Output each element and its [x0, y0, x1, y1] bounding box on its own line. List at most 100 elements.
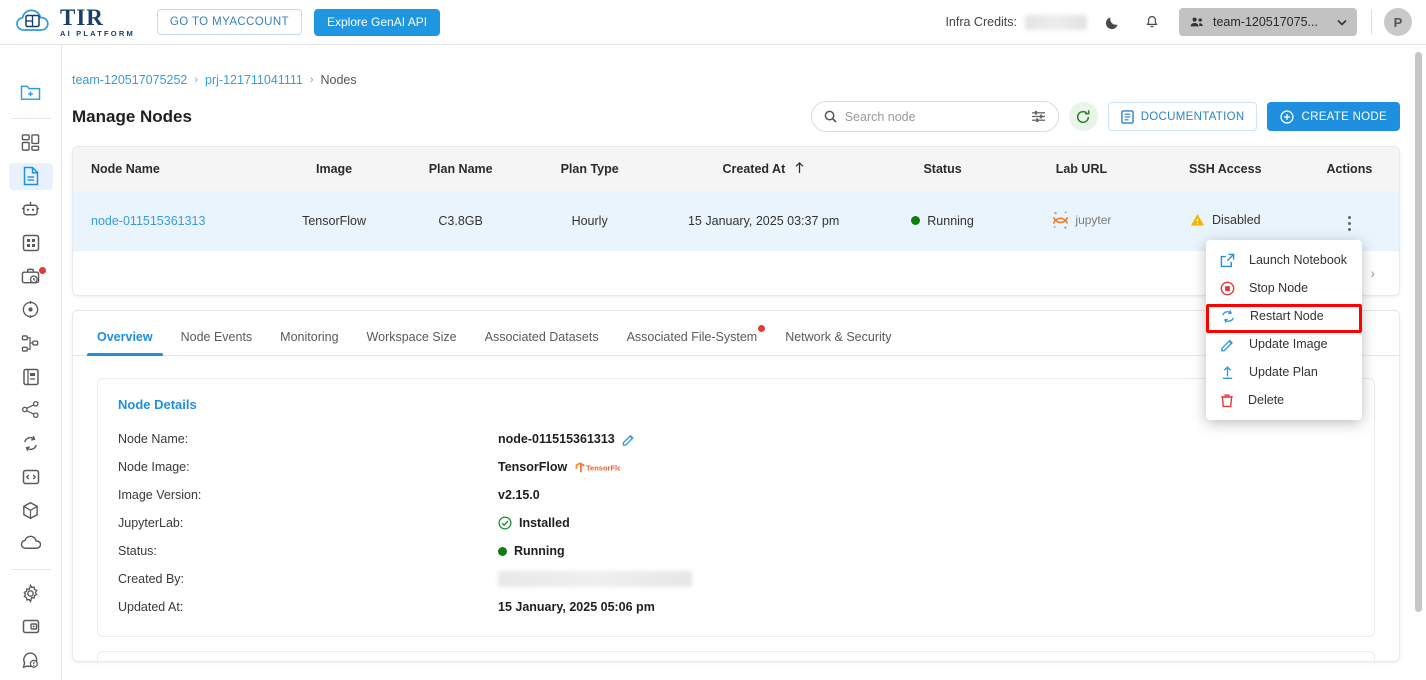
label-updated-at: Updated At:	[118, 600, 184, 614]
cell-image: TensorFlow	[272, 191, 397, 251]
menu-item-launch-notebook[interactable]: Launch Notebook	[1206, 246, 1362, 274]
infra-credits-value	[1025, 14, 1087, 30]
tab-network-security[interactable]: Network & Security	[771, 330, 905, 355]
tab-associated-file-system[interactable]: Associated File-System	[613, 325, 772, 355]
sidebar-item-support[interactable]	[9, 647, 53, 674]
menu-item-update-image[interactable]: Update Image	[1206, 330, 1362, 358]
header-right-group: Infra Credits: team-120517075... P	[945, 7, 1412, 37]
team-name-label: team-120517075...	[1213, 15, 1318, 29]
tab-workspace-size[interactable]: Workspace Size	[353, 330, 471, 355]
detail-row-created-by: Created By:	[118, 570, 1354, 588]
create-node-button[interactable]: CREATE NODE	[1267, 102, 1400, 131]
check-circle-icon	[498, 516, 512, 530]
tab-node-events[interactable]: Node Events	[167, 330, 267, 355]
column-status[interactable]: Status	[873, 147, 1012, 191]
documentation-button[interactable]: DOCUMENTATION	[1107, 102, 1258, 131]
cell-created-at: 15 January, 2025 03:37 pm	[654, 191, 874, 251]
tab-overview[interactable]: Overview	[83, 330, 167, 356]
column-actions: Actions	[1299, 147, 1399, 191]
detail-row-node-name: Node Name: node-011515361313	[118, 430, 1354, 448]
app-root: TIR AI PLATFORM GO TO MYACCOUNT Explore …	[0, 0, 1426, 680]
menu-item-restart-node[interactable]: Restart Node	[1206, 302, 1362, 330]
node-name-link[interactable]: node-011515361313	[91, 214, 205, 228]
detail-row-status: Status: Running	[118, 542, 1354, 560]
column-created-at[interactable]: Created At	[654, 147, 874, 191]
sidebar-item-models[interactable]	[9, 196, 53, 223]
sidebar-divider-bottom	[10, 569, 51, 570]
brand-logo[interactable]: TIR AI PLATFORM	[14, 6, 135, 38]
column-image[interactable]: Image	[272, 147, 397, 191]
detail-status-dot	[498, 546, 507, 556]
cell-status: Running	[873, 191, 1012, 251]
column-ssh-access[interactable]: SSH Access	[1150, 147, 1300, 191]
sidebar-divider-top	[10, 118, 51, 120]
left-sidebar	[0, 45, 62, 680]
search-input[interactable]	[844, 109, 1031, 124]
breadcrumb-current: Nodes	[320, 73, 357, 87]
refresh-icon	[1077, 109, 1090, 123]
column-lab-url[interactable]: Lab URL	[1012, 147, 1151, 191]
tab-monitoring[interactable]: Monitoring	[266, 330, 352, 355]
breadcrumb-project[interactable]: prj-121711041111	[205, 73, 303, 87]
node-details-card: Node Details ↻ Node Name: node-011515361…	[97, 378, 1375, 637]
explore-genai-api-button[interactable]: Explore GenAI API	[313, 8, 441, 36]
table-row[interactable]: node-011515361313 TensorFlow C3.8GB Hour…	[73, 191, 1399, 251]
menu-label-delete: Delete	[1248, 393, 1285, 407]
logo-title: TIR	[60, 5, 104, 31]
page-scrollbar[interactable]	[1415, 52, 1422, 652]
sidebar-item-datasets[interactable]	[9, 229, 53, 256]
jupyter-icon	[1053, 210, 1069, 229]
pagination-next-button[interactable]: ›	[1364, 265, 1381, 281]
sidebar-item-sync[interactable]	[9, 430, 53, 457]
search-icon	[824, 110, 837, 123]
value-node-image: TensorFlow TensorFlow	[498, 460, 620, 474]
refresh-button[interactable]	[1068, 102, 1098, 131]
menu-item-update-plan[interactable]: Update Plan	[1206, 358, 1362, 386]
sidebar-item-nodes[interactable]	[8, 162, 53, 190]
node-image-value: TensorFlow	[498, 460, 568, 474]
menu-item-delete[interactable]: Delete	[1206, 386, 1362, 414]
nodes-table: Node Name Image Plan Name Plan Type Crea…	[73, 147, 1399, 251]
sidebar-item-storage[interactable]	[9, 530, 53, 557]
cell-node-name: node-011515361313	[73, 191, 273, 251]
menu-label-stop-node: Stop Node	[1249, 281, 1309, 295]
jobs-badge-dot	[38, 266, 46, 274]
sidebar-item-billing[interactable]	[9, 613, 53, 640]
sidebar-item-pipelines[interactable]	[9, 329, 53, 356]
nodes-table-card: Node Name Image Plan Name Plan Type Crea…	[72, 146, 1400, 296]
column-plan-name[interactable]: Plan Name	[396, 147, 526, 191]
sidebar-item-dashboard[interactable]	[9, 129, 53, 156]
label-status: Status:	[118, 544, 157, 558]
moon-icon[interactable]	[1097, 7, 1127, 37]
sidebar-item-new-folder[interactable]	[9, 79, 53, 106]
page-toolbar: DOCUMENTATION CREATE NODE	[810, 101, 1400, 132]
row-actions-menu-button[interactable]	[1339, 213, 1361, 235]
avatar[interactable]: P	[1384, 8, 1412, 36]
menu-label-launch-notebook: Launch Notebook	[1249, 253, 1347, 267]
team-selector[interactable]: team-120517075...	[1179, 8, 1357, 36]
sliders-icon	[1031, 110, 1045, 123]
bell-icon[interactable]	[1137, 7, 1167, 37]
documentation-label: DOCUMENTATION	[1140, 110, 1245, 123]
sidebar-item-api[interactable]	[9, 463, 53, 490]
detail-row-updated-at: Updated At: 15 January, 2025 05:06 pm	[118, 598, 1354, 616]
tab-associated-datasets[interactable]: Associated Datasets	[471, 330, 613, 355]
sidebar-item-inference[interactable]	[9, 296, 53, 323]
pencil-edit-icon	[622, 434, 634, 446]
page-title: Manage Nodes	[72, 106, 192, 126]
goto-myaccount-button[interactable]: GO TO MYACCOUNT	[156, 9, 302, 35]
menu-label-update-plan: Update Plan	[1249, 365, 1318, 379]
menu-item-stop-node[interactable]: Stop Node	[1206, 274, 1362, 302]
cell-lab-url: jupyter	[1012, 191, 1151, 251]
search-node-container[interactable]	[810, 101, 1059, 132]
breadcrumb-team[interactable]: team-120517075252	[72, 73, 187, 87]
sidebar-item-notebooks[interactable]	[9, 363, 53, 390]
column-plan-type[interactable]: Plan Type	[525, 147, 655, 191]
sidebar-item-containers[interactable]	[9, 496, 53, 523]
sidebar-item-jobs[interactable]	[9, 263, 53, 290]
sidebar-item-settings[interactable]	[9, 580, 53, 607]
column-node-name[interactable]: Node Name	[73, 147, 273, 191]
jupyter-link[interactable]: jupyter	[1051, 210, 1111, 230]
scrollbar-thumb[interactable]	[1415, 52, 1422, 612]
sidebar-item-integrations[interactable]	[9, 396, 53, 423]
